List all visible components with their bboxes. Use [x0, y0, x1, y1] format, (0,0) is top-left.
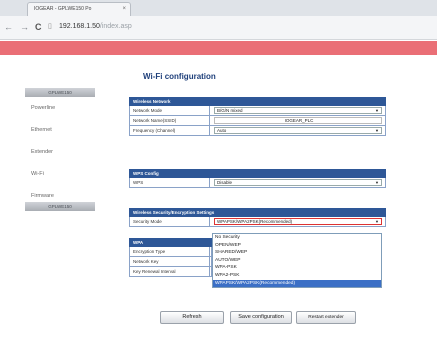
sidebar-bottom-band: GPLWE150 [25, 202, 95, 211]
dropdown-option[interactable]: OPEN/WEP [213, 242, 381, 250]
dropdown-option[interactable]: WPA2-PSK [213, 272, 381, 280]
tab-title: IOGEAR - GPLWE150 Po [34, 6, 92, 12]
network-mode-label: Network Mode [130, 106, 210, 115]
ssid-label: Network Name(SSID) [130, 116, 210, 125]
chevron-down-icon: ▼ [375, 128, 379, 133]
channel-row: Frequency (Channel) Auto ▼ [129, 126, 386, 136]
reload-icon[interactable]: C [35, 21, 42, 33]
network-key-row: Network Key [129, 257, 212, 267]
security-header: Wireless Security/Encryption Settings [129, 208, 386, 217]
sidebar-item-extender[interactable]: Extender [25, 149, 95, 155]
wireless-network-section: Wireless Network Network Mode B/G/N mixe… [129, 97, 386, 136]
url-host: 192.168.1.50 [59, 23, 100, 30]
header-banner [0, 41, 437, 55]
sidebar: GPLWE150 Powerline Ethernet Extender Wi-… [25, 88, 95, 211]
page-icon: ▯ [48, 23, 52, 30]
security-mode-select[interactable]: WPAPSK/WPA2PSK(Recommended) ▼ [214, 218, 382, 225]
ssid-input[interactable]: IOGEAR_PLC [214, 117, 382, 124]
wps-config-section: WPS Config WPS Disable ▼ [129, 169, 386, 188]
chevron-down-icon: ▼ [375, 219, 379, 224]
wps-config-header: WPS Config [129, 169, 386, 178]
url-path: /index.asp [99, 23, 132, 30]
wireless-network-header: Wireless Network [129, 97, 386, 106]
chevron-down-icon: ▼ [375, 180, 379, 185]
encryption-type-row: Encryption Type [129, 247, 212, 257]
sidebar-item-wifi[interactable]: Wi-Fi [25, 171, 95, 177]
wpa-section: WPA Encryption Type Network Key Key Rene… [129, 238, 212, 277]
chevron-down-icon: ▼ [375, 108, 379, 113]
browser-nav-bar: ← → C ▯ 192.168.1.50/index.asp [0, 16, 437, 40]
browser-tab[interactable]: IOGEAR - GPLWE150 Po × [27, 2, 131, 16]
channel-value: Auto [217, 128, 227, 133]
save-configuration-button[interactable]: Save configuration [230, 311, 292, 324]
channel-select[interactable]: Auto ▼ [214, 127, 382, 134]
dropdown-option[interactable]: SHARED/WEP [213, 249, 381, 257]
security-mode-dropdown: No Security OPEN/WEP SHARED/WEP AUTO/WEP… [212, 233, 382, 289]
wps-select[interactable]: Disable ▼ [214, 179, 382, 186]
browser-tab-bar: IOGEAR - GPLWE150 Po × [0, 0, 437, 16]
security-section: Wireless Security/Encryption Settings Se… [129, 208, 386, 227]
security-mode-label: Security Mode [130, 217, 210, 226]
network-key-label: Network Key [130, 257, 210, 266]
sidebar-item-firmware[interactable]: Firmware [25, 193, 95, 199]
key-renewal-label: Key Renewal Interval [130, 267, 210, 276]
security-mode-row: Security Mode WPAPSK/WPA2PSK(Recommended… [129, 217, 386, 227]
dropdown-option[interactable]: No Security [213, 234, 381, 242]
channel-label: Frequency (Channel) [130, 126, 210, 135]
dropdown-option[interactable]: WPAPSK/WPA2PSK(Recommended) [213, 279, 381, 288]
network-mode-row: Network Mode B/G/N mixed ▼ [129, 106, 386, 116]
wpa-header: WPA [129, 238, 212, 247]
network-mode-value: B/G/N mixed [217, 108, 243, 113]
ssid-row: Network Name(SSID) IOGEAR_PLC [129, 116, 386, 126]
page-title: Wi-Fi configuration [143, 72, 216, 81]
network-mode-select[interactable]: B/G/N mixed ▼ [214, 107, 382, 114]
refresh-button[interactable]: Refresh [160, 311, 224, 324]
security-mode-value: WPAPSK/WPA2PSK(Recommended) [217, 219, 293, 224]
sidebar-item-powerline[interactable]: Powerline [25, 105, 95, 111]
dropdown-option[interactable]: WPA-PSK [213, 264, 381, 272]
sidebar-item-ethernet[interactable]: Ethernet [25, 127, 95, 133]
sidebar-top-band: GPLWE150 [25, 88, 95, 97]
encryption-type-label: Encryption Type [130, 247, 210, 256]
forward-icon[interactable]: → [20, 21, 29, 33]
address-bar[interactable]: 192.168.1.50/index.asp [59, 21, 132, 33]
key-renewal-row: Key Renewal Interval [129, 267, 212, 277]
dropdown-option[interactable]: AUTO/WEP [213, 257, 381, 265]
close-tab-icon[interactable]: × [122, 6, 126, 12]
wps-row: WPS Disable ▼ [129, 178, 386, 188]
back-icon[interactable]: ← [4, 21, 13, 33]
wps-label: WPS [130, 178, 210, 187]
wps-value: Disable [217, 180, 233, 185]
restart-extender-button[interactable]: Restart extender [296, 311, 356, 324]
